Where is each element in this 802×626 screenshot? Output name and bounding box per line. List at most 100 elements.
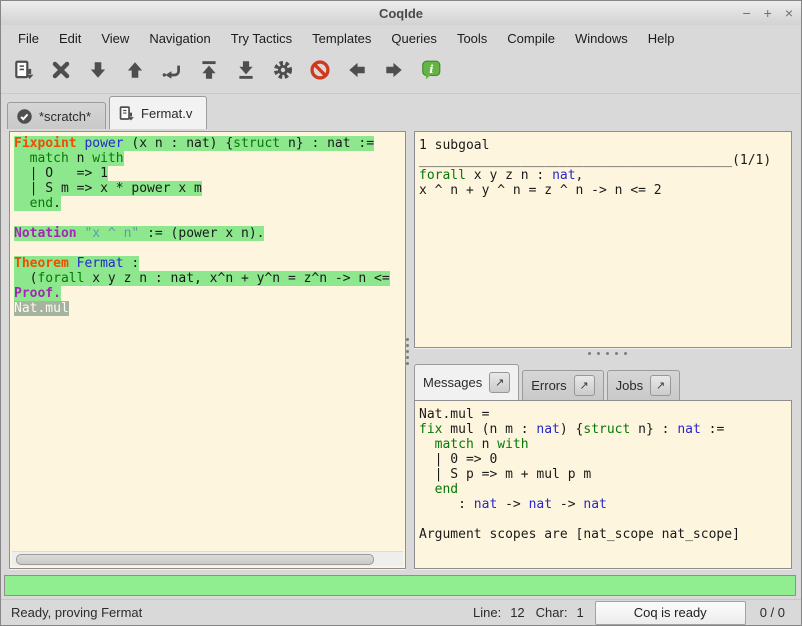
gear-button[interactable] (264, 55, 301, 89)
tab-fermat[interactable]: Fermat.v (109, 96, 207, 129)
code-line: fix mul (n m : nat) {struct n} : nat := (419, 422, 791, 437)
save-icon (13, 59, 35, 86)
save-icon (118, 105, 135, 122)
code-line (14, 241, 405, 256)
down-icon (87, 59, 109, 86)
code-line: Nat.mul (14, 301, 405, 316)
status-bar: Ready, proving Fermat Line: 12 Char: 1 C… (1, 599, 801, 625)
left-icon (346, 59, 368, 86)
char-number: 1 (576, 605, 583, 620)
code-line: Theorem Fermat : (14, 256, 405, 271)
coqide-window: CoqIde − + × FileEditViewNavigationTry T… (0, 0, 802, 626)
menu-item-queries[interactable]: Queries (381, 27, 447, 50)
vertical-splitter-handle[interactable] (406, 335, 409, 368)
messages-panel: Nat.mul =fix mul (n m : nat) {struct n} … (414, 400, 792, 569)
detach-arrow-icon: ↗ (580, 379, 589, 392)
char-label: Char: (536, 605, 568, 620)
tab-messages[interactable]: Messages ↗ (414, 364, 519, 400)
panel-tab-label: Messages (423, 375, 482, 390)
menu-item-navigation[interactable]: Navigation (139, 27, 220, 50)
detach-panel-button[interactable]: ↗ (650, 375, 671, 396)
code-line: x ^ n + y ^ n = z ^ n -> n <= 2 (419, 183, 791, 198)
menu-item-file[interactable]: File (8, 27, 49, 50)
detach-arrow-icon: ↗ (495, 376, 504, 389)
detach-panel-button[interactable]: ↗ (489, 372, 510, 393)
tab-jobs[interactable]: Jobs↗ (607, 370, 680, 400)
goto-icon (161, 59, 183, 86)
status-right-group: Line: 12 Char: 1 Coq is ready 0 / 0 (473, 601, 791, 625)
tab-scratch[interactable]: *scratch* (7, 102, 106, 129)
maximize-button[interactable]: + (764, 1, 772, 25)
code-line: match n with (419, 437, 791, 452)
close-button[interactable]: × (785, 1, 793, 25)
code-line: Argument scopes are [nat_scope nat_scope… (419, 527, 791, 542)
editor-code-area[interactable]: Fixpoint power (x n : nat) {struct n} : … (10, 132, 405, 316)
code-line: 1 subgoal (419, 138, 791, 153)
stop-icon (309, 59, 331, 86)
interrupt-button[interactable] (301, 55, 338, 89)
code-line: | S m => x * power x m (14, 181, 405, 196)
gear-icon (272, 59, 294, 86)
close-icon (50, 59, 72, 86)
line-number: 12 (510, 605, 524, 620)
tab-errors[interactable]: Errors ↗ (522, 370, 603, 400)
progress-bar (4, 575, 796, 596)
code-line: end. (14, 196, 405, 211)
detach-arrow-icon: ↗ (656, 379, 665, 392)
to-end-button[interactable] (227, 55, 264, 89)
panel-tab-bar: Messages↗Errors↗Jobs↗ (414, 362, 683, 400)
code-line: end (419, 482, 791, 497)
code-line: : nat -> nat -> nat (419, 497, 791, 512)
step-backward-button[interactable] (116, 55, 153, 89)
cross-button[interactable] (42, 55, 79, 89)
code-line: Nat.mul = (419, 407, 791, 422)
save-button[interactable] (5, 55, 42, 89)
horizontal-splitter-handle[interactable] (585, 352, 630, 355)
menu-item-help[interactable]: Help (638, 27, 685, 50)
toend-icon (235, 59, 257, 86)
window-title: CoqIde (379, 6, 423, 21)
code-line (419, 512, 791, 527)
forward-button[interactable] (375, 55, 412, 89)
title-bar: CoqIde − + × (1, 1, 801, 26)
code-line: ________________________________________… (419, 153, 791, 168)
code-line: match n with (14, 151, 405, 166)
code-line: Notation "x ^ n" := (power x n). (14, 226, 405, 241)
menu-item-try-tactics[interactable]: Try Tactics (221, 27, 302, 50)
menu-item-templates[interactable]: Templates (302, 27, 381, 50)
detach-panel-button[interactable]: ↗ (574, 375, 595, 396)
back-button[interactable] (338, 55, 375, 89)
check-icon (16, 108, 33, 125)
up-icon (124, 59, 146, 86)
code-line: | O => 1 (14, 166, 405, 181)
info-icon: i (420, 59, 442, 86)
menu-item-tools[interactable]: Tools (447, 27, 497, 50)
menu-item-compile[interactable]: Compile (497, 27, 565, 50)
menu-item-view[interactable]: View (91, 27, 139, 50)
tab-label: *scratch* (39, 109, 91, 124)
horizontal-scrollbar-thumb[interactable] (16, 554, 374, 565)
toolbar: i (1, 51, 801, 94)
goal-panel: 1 subgoal_______________________________… (414, 131, 792, 348)
info-button[interactable]: i (412, 55, 449, 89)
menu-item-edit[interactable]: Edit (49, 27, 91, 50)
window-controls: − + × (742, 1, 793, 25)
code-line: Proof. (14, 286, 405, 301)
jobs-counter: 0 / 0 (760, 605, 785, 620)
code-line: forall x y z n : nat, (419, 168, 791, 183)
code-line: | 0 => 0 (419, 452, 791, 467)
editor-tab-bar: *scratch* Fermat.v (7, 93, 801, 129)
line-label: Line: (473, 605, 501, 620)
step-forward-button[interactable] (79, 55, 116, 89)
tostart-icon (198, 59, 220, 86)
coq-status-box: Coq is ready (595, 601, 746, 625)
minimize-button[interactable]: − (742, 1, 750, 25)
panel-tab-label: Errors (531, 378, 566, 393)
menu-item-windows[interactable]: Windows (565, 27, 638, 50)
to-start-button[interactable] (190, 55, 227, 89)
goto-cursor-button[interactable] (153, 55, 190, 89)
editor-buffer[interactable]: Fixpoint power (x n : nat) {struct n} : … (9, 131, 406, 569)
menu-bar: FileEditViewNavigationTry TacticsTemplat… (1, 25, 801, 51)
code-line: Fixpoint power (x n : nat) {struct n} : … (14, 136, 405, 151)
code-line: (forall x y z n : nat, x^n + y^n = z^n -… (14, 271, 405, 286)
